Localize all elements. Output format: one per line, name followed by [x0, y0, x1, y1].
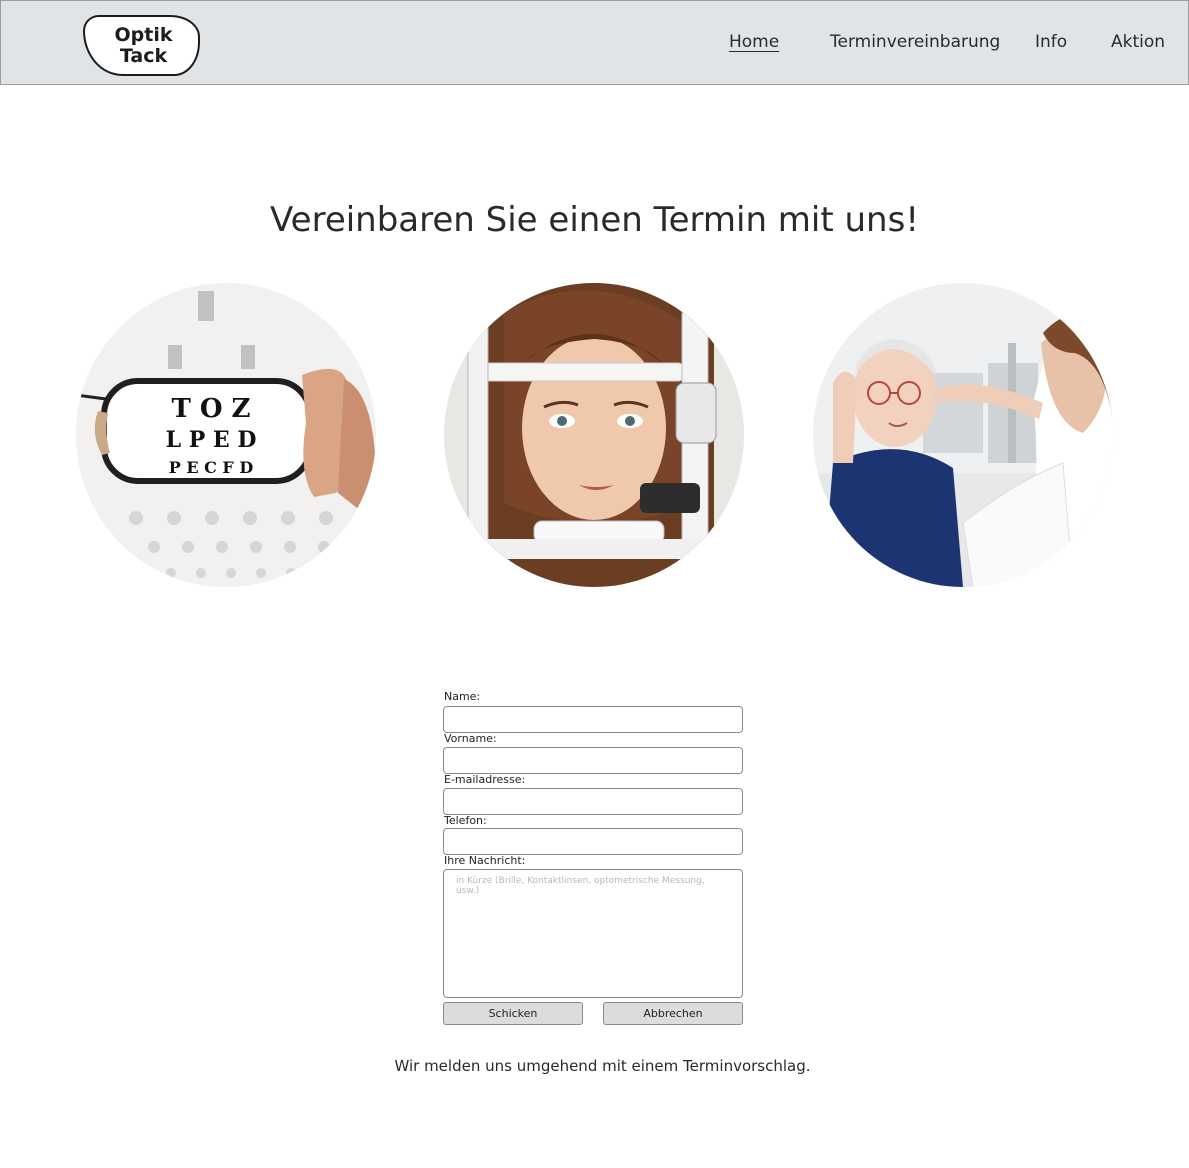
- nav-info[interactable]: Info: [1035, 32, 1067, 52]
- cancel-button[interactable]: Abbrechen: [603, 1002, 743, 1025]
- name-label: Name:: [444, 690, 481, 703]
- photo-glasses-fitting: [813, 283, 1113, 587]
- name-field[interactable]: [443, 706, 743, 733]
- eye-chart-image: T O Z L P E D P E C F D: [76, 283, 376, 587]
- svg-text:T O Z: T O Z: [171, 394, 250, 424]
- logo-line-1: Optik: [114, 24, 173, 46]
- vorname-label: Vorname:: [444, 732, 497, 745]
- logo-line-2: Tack: [119, 45, 168, 67]
- nav-home[interactable]: Home: [729, 32, 779, 52]
- email-label: E-mailadresse:: [444, 773, 526, 786]
- optik-tack-logo[interactable]: Optik Tack: [83, 15, 200, 76]
- message-label: Ihre Nachricht:: [444, 854, 526, 867]
- telefon-field[interactable]: [443, 828, 743, 855]
- vorname-field[interactable]: [443, 747, 743, 774]
- send-button[interactable]: Schicken: [443, 1002, 583, 1025]
- telefon-label: Telefon:: [444, 814, 487, 827]
- message-field[interactable]: [443, 869, 743, 998]
- site-header: Optik Tack Home Terminvereinbarung Info …: [0, 0, 1189, 85]
- confirmation-note: Wir melden uns umgehend mit einem Termin…: [394, 1057, 811, 1075]
- nav-aktion[interactable]: Aktion: [1111, 32, 1165, 52]
- photo-eye-exam: [444, 283, 744, 587]
- eye-exam-image: [444, 283, 744, 587]
- svg-text:P E C F D: P E C F D: [169, 458, 254, 477]
- email-field[interactable]: [443, 788, 743, 815]
- nav-terminvereinbarung[interactable]: Terminvereinbarung: [830, 32, 1000, 52]
- svg-text:L P E D: L P E D: [166, 427, 257, 453]
- glasses-fitting-image: [813, 283, 1113, 587]
- photo-eye-chart: T O Z L P E D P E C F D: [76, 283, 376, 587]
- page-title: Vereinbaren Sie einen Termin mit uns!: [270, 200, 919, 240]
- logo-text: Optik Tack: [85, 25, 202, 67]
